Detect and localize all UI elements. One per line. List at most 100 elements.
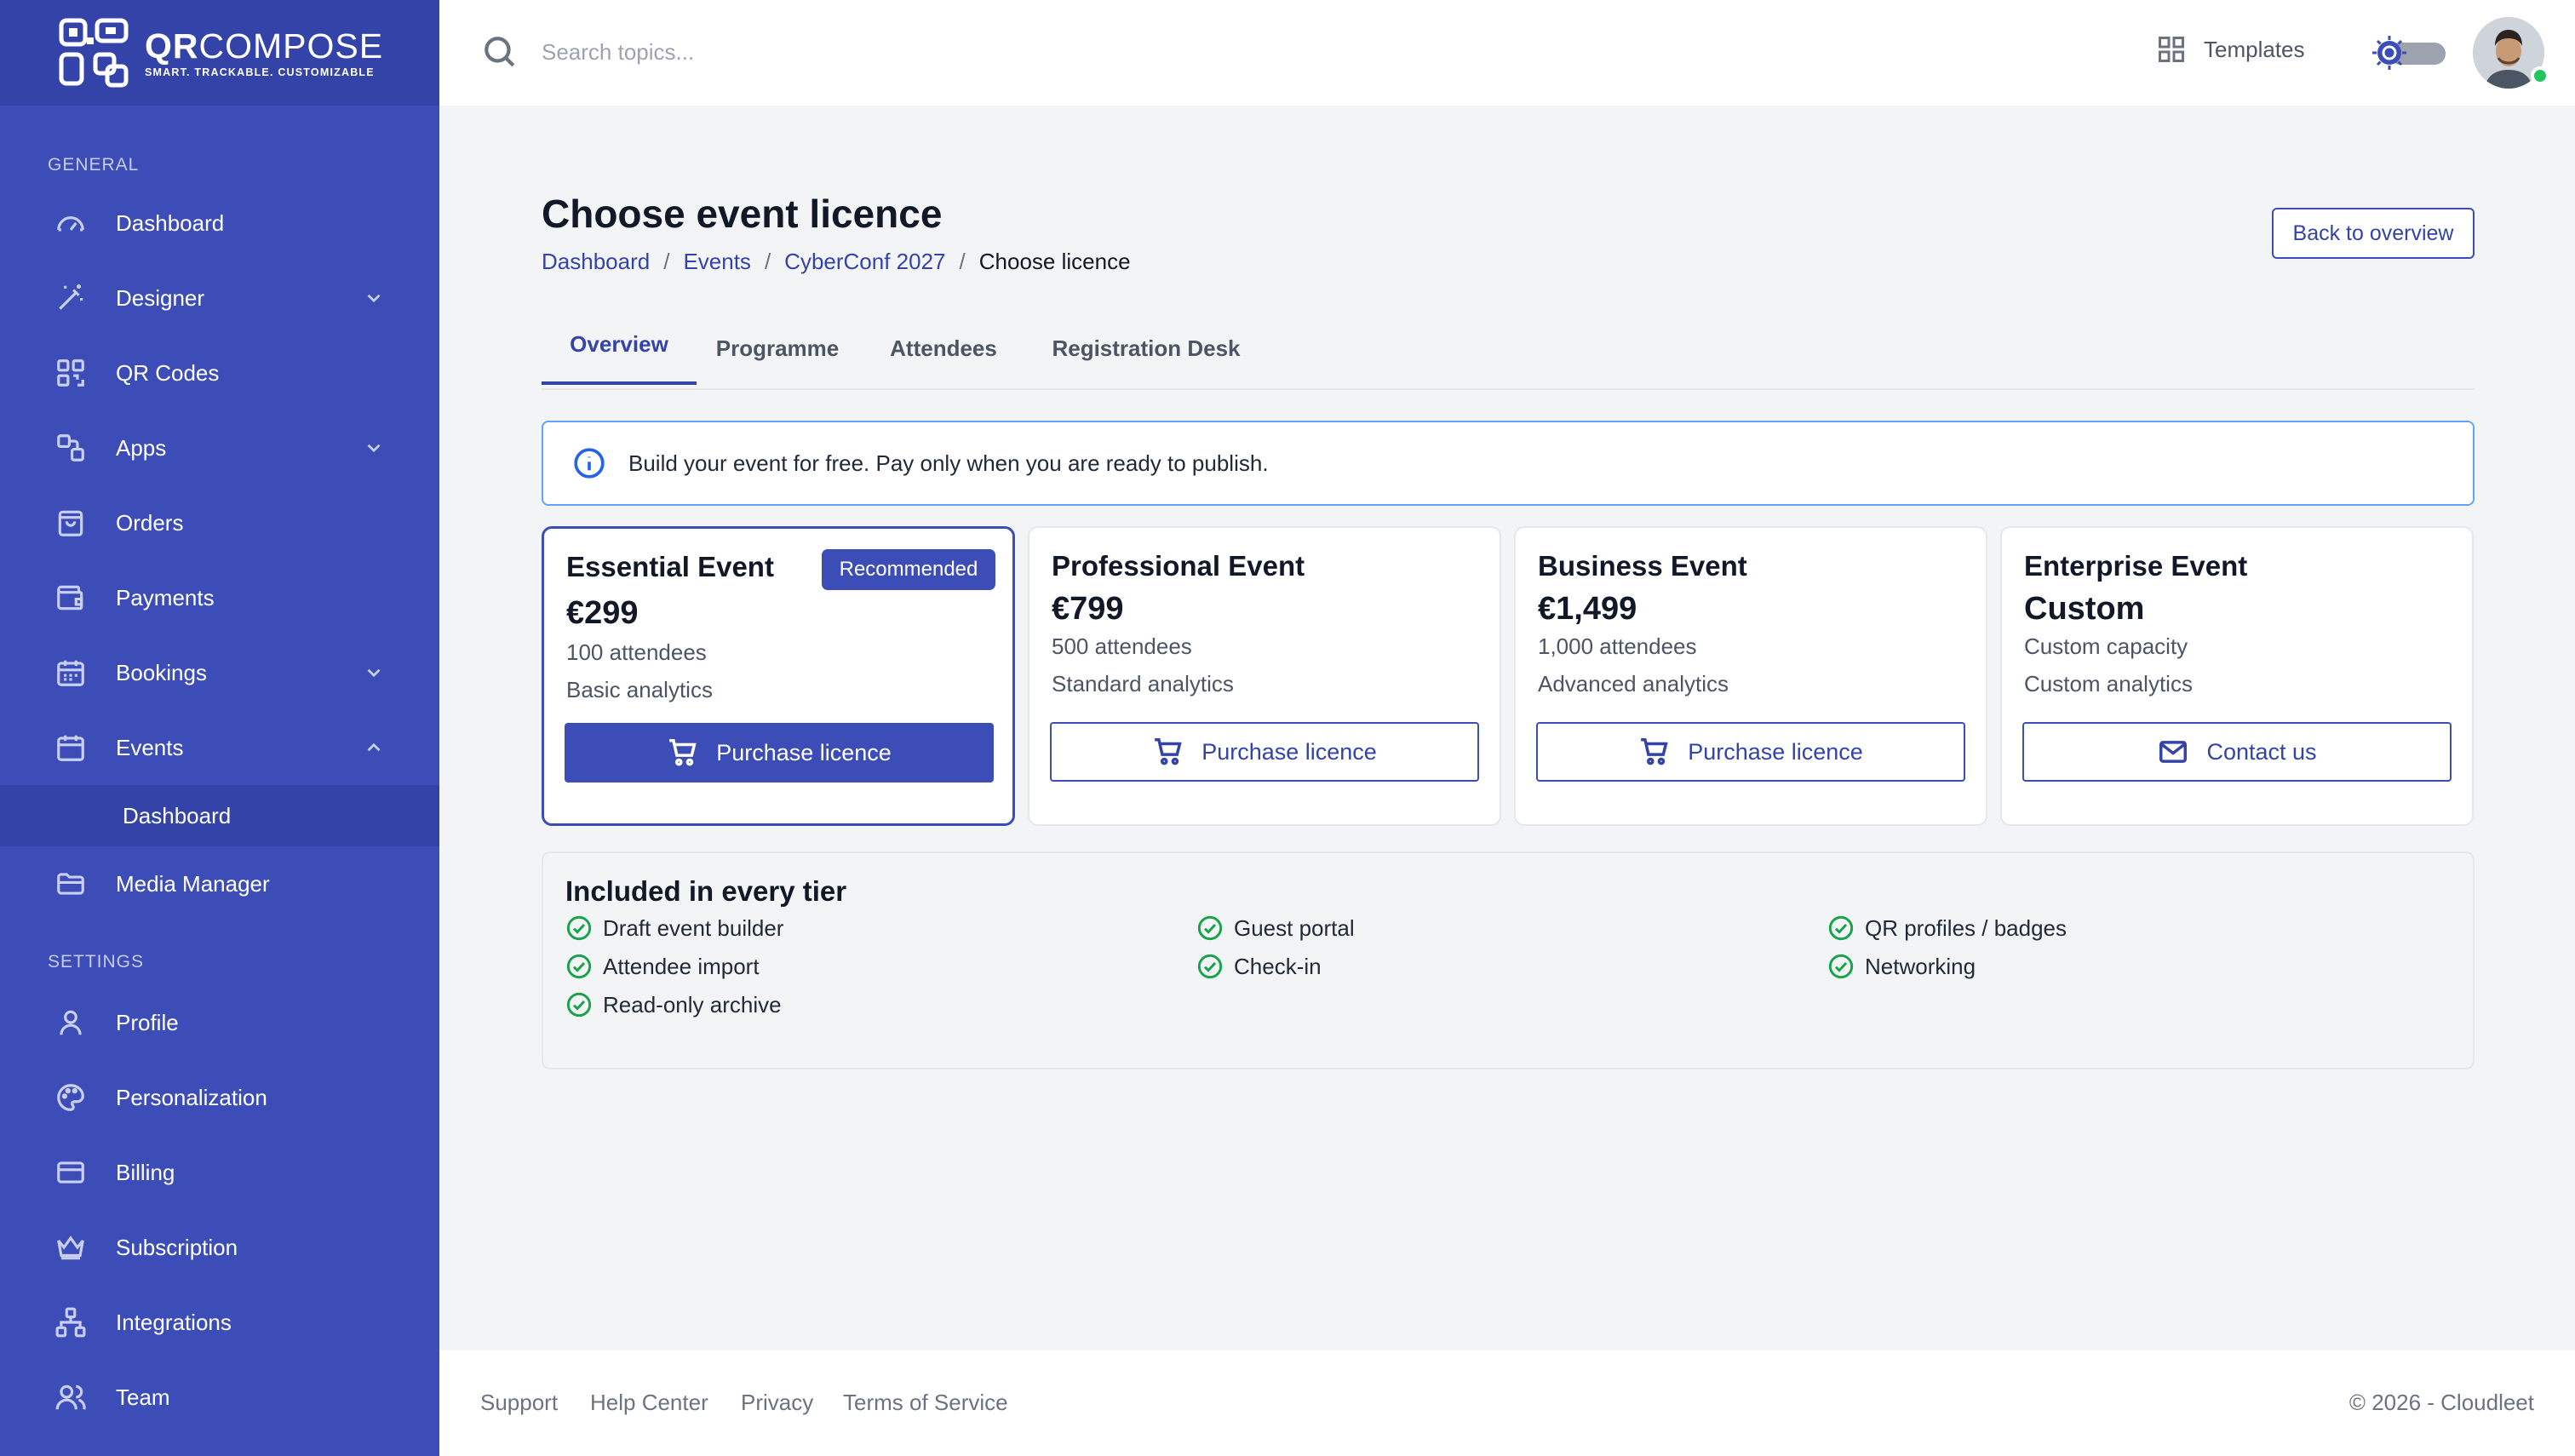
credit-card-icon bbox=[57, 1161, 84, 1184]
check-circle-icon bbox=[566, 915, 592, 941]
sidebar-item-personalization[interactable]: Personalization bbox=[0, 1060, 439, 1135]
footer-link-privacy[interactable]: Privacy bbox=[741, 1390, 813, 1416]
footer-link-help-center[interactable]: Help Center bbox=[590, 1390, 708, 1416]
chevron-up-icon bbox=[367, 742, 381, 752]
sidebar-subitem-events-dashboard[interactable]: Dashboard bbox=[0, 785, 439, 846]
check-circle-icon bbox=[566, 954, 592, 979]
plan-name: Professional Event bbox=[1052, 550, 1305, 582]
search-icon[interactable] bbox=[482, 34, 518, 70]
sidebar-item-label: Apps bbox=[116, 434, 167, 461]
sidebar: QRCOMPOSE SMART. TRACKABLE. CUSTOMIZABLE… bbox=[0, 0, 439, 1456]
users-icon bbox=[55, 1384, 86, 1410]
info-icon bbox=[574, 448, 605, 479]
breadcrumb-link-events[interactable]: Events bbox=[683, 249, 751, 275]
footer: Support Help Center Privacy Terms of Ser… bbox=[439, 1350, 2575, 1456]
feature-item: Attendee import bbox=[565, 953, 760, 980]
sidebar-item-media-manager[interactable]: Media Manager bbox=[0, 846, 439, 921]
copyright: © 2026 - Cloudleet bbox=[2348, 1390, 2534, 1415]
sidebar-item-dashboard[interactable]: Dashboard bbox=[0, 186, 439, 261]
feature-item: Networking bbox=[1827, 953, 1976, 980]
plan-attendees: Custom capacity bbox=[2024, 633, 2188, 659]
sidebar-item-orders[interactable]: Orders bbox=[0, 485, 439, 560]
feature-label: Read-only archive bbox=[603, 991, 782, 1017]
sidebar-item-label: Dashboard bbox=[116, 209, 225, 236]
page-title: Choose event licence bbox=[542, 192, 943, 236]
sidebar-item-profile[interactable]: Profile bbox=[0, 985, 439, 1060]
button-label: Purchase licence bbox=[1688, 738, 1863, 765]
user-icon bbox=[60, 1010, 82, 1035]
feature-item: QR profiles / badges bbox=[1827, 914, 2067, 942]
cart-icon bbox=[1155, 738, 1182, 765]
check-circle-icon bbox=[1828, 954, 1854, 979]
sidebar-item-label: Bookings bbox=[116, 659, 207, 685]
feature-label: Draft event builder bbox=[603, 914, 784, 941]
plan-analytics: Basic analytics bbox=[566, 677, 713, 702]
sidebar-item-payments[interactable]: Payments bbox=[0, 560, 439, 635]
sidebar-item-subscription[interactable]: Subscription bbox=[0, 1210, 439, 1285]
brand-text: QRCOMPOSE SMART. TRACKABLE. CUSTOMIZABLE bbox=[145, 27, 383, 78]
sidebar-item-label: Subscription bbox=[116, 1234, 238, 1260]
sidebar-item-events[interactable]: Events bbox=[0, 710, 439, 785]
sidebar-item-label: Billing bbox=[116, 1159, 175, 1185]
tab-attendees[interactable]: Attendees bbox=[858, 307, 1029, 390]
sidebar-item-team[interactable]: Team bbox=[0, 1360, 439, 1435]
tab-registration-desk[interactable]: Registration Desk bbox=[1029, 307, 1264, 390]
tab-overview[interactable]: Overview bbox=[542, 307, 697, 385]
sidebar-item-label: Personalization bbox=[116, 1084, 267, 1110]
breadcrumb-link-event[interactable]: CyberConf 2027 bbox=[784, 249, 945, 275]
online-status-dot bbox=[2531, 66, 2549, 85]
sidebar-item-bookings[interactable]: Bookings bbox=[0, 635, 439, 710]
plan-card-professional: Professional Event €799 500 attendees St… bbox=[1028, 526, 1501, 826]
plan-price: €1,499 bbox=[1538, 591, 1637, 627]
sidebar-item-designer[interactable]: Designer bbox=[0, 261, 439, 335]
check-circle-icon bbox=[1197, 954, 1223, 979]
breadcrumb-link-dashboard[interactable]: Dashboard bbox=[542, 249, 650, 275]
plan-card-business: Business Event €1,499 1,000 attendees Ad… bbox=[1514, 526, 1987, 826]
sidebar-item-label: Profile bbox=[116, 1009, 179, 1035]
purchase-licence-button[interactable]: Purchase licence bbox=[1536, 722, 1965, 782]
feature-label: QR profiles / badges bbox=[1865, 914, 2067, 941]
sidebar-item-label: Orders bbox=[116, 509, 184, 536]
main-content: Choose event licence Dashboard / Events … bbox=[439, 106, 2575, 1350]
included-title: Included in every tier bbox=[565, 875, 847, 907]
feature-label: Networking bbox=[1865, 953, 1976, 979]
footer-link-support[interactable]: Support bbox=[480, 1390, 558, 1416]
purchase-licence-button[interactable]: Purchase licence bbox=[1050, 722, 1479, 782]
templates-button[interactable]: Templates bbox=[2156, 34, 2305, 65]
back-to-overview-button[interactable]: Back to overview bbox=[2272, 208, 2475, 259]
sidebar-item-apps[interactable]: Apps bbox=[0, 410, 439, 485]
sidebar-item-label: Team bbox=[116, 1384, 170, 1410]
footer-link-terms[interactable]: Terms of Service bbox=[843, 1390, 1008, 1416]
brand[interactable]: QRCOMPOSE SMART. TRACKABLE. CUSTOMIZABLE bbox=[0, 0, 439, 106]
contact-us-button[interactable]: Contact us bbox=[2022, 722, 2452, 782]
search-input[interactable] bbox=[540, 31, 1051, 73]
sidebar-item-label: Integrations bbox=[116, 1309, 232, 1335]
chevron-down-icon bbox=[367, 444, 381, 453]
cart-icon bbox=[1641, 738, 1668, 765]
purchase-licence-button[interactable]: Purchase licence bbox=[565, 723, 994, 782]
plan-analytics: Advanced analytics bbox=[1538, 671, 1729, 696]
plan-attendees: 500 attendees bbox=[1052, 633, 1192, 659]
wallet-icon bbox=[57, 585, 83, 610]
sidebar-item-qr-codes[interactable]: QR Codes bbox=[0, 335, 439, 410]
tab-programme[interactable]: Programme bbox=[697, 307, 858, 390]
check-circle-icon bbox=[1828, 915, 1854, 941]
gauge-icon bbox=[57, 216, 84, 232]
plan-price: Custom bbox=[2024, 591, 2145, 627]
sidebar-item-billing[interactable]: Billing bbox=[0, 1135, 439, 1210]
check-circle-icon bbox=[566, 992, 592, 1017]
folder-icon bbox=[57, 873, 84, 895]
recommended-badge: Recommended bbox=[822, 549, 995, 590]
shopping-bag-icon bbox=[58, 510, 83, 536]
button-label: Purchase licence bbox=[1201, 738, 1377, 765]
plan-card-enterprise: Enterprise Event Custom Custom capacity … bbox=[2000, 526, 2474, 826]
grid-icon bbox=[2159, 37, 2184, 62]
sidebar-item-label: Events bbox=[116, 734, 184, 760]
plan-name: Business Event bbox=[1538, 550, 1747, 582]
sidebar-item-integrations[interactable]: Integrations bbox=[0, 1285, 439, 1360]
mail-icon bbox=[2159, 741, 2188, 763]
feature-label: Attendee import bbox=[603, 953, 760, 979]
theme-toggle[interactable] bbox=[2371, 34, 2446, 72]
feature-label: Check-in bbox=[1234, 953, 1322, 979]
feature-item: Guest portal bbox=[1196, 914, 1355, 942]
